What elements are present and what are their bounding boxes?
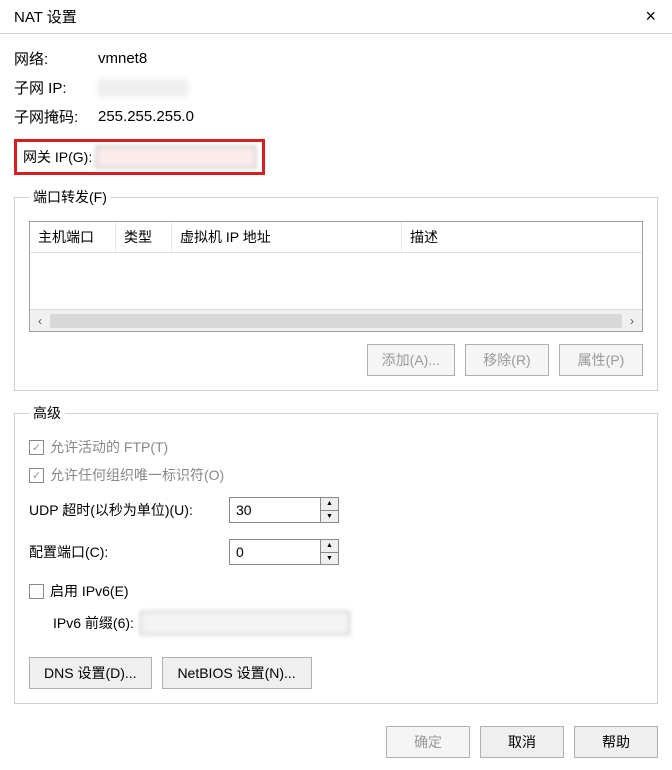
gateway-label: 网关 IP(G):	[23, 147, 92, 167]
scroll-left-icon[interactable]: ‹	[30, 314, 50, 328]
col-host-port[interactable]: 主机端口	[30, 222, 116, 252]
subnet-ip-row: 子网 IP:	[14, 73, 658, 102]
spinner-up-icon[interactable]: ▲	[321, 498, 338, 511]
scroll-track[interactable]	[50, 314, 622, 328]
help-button[interactable]: 帮助	[574, 726, 658, 758]
cancel-button[interactable]: 取消	[480, 726, 564, 758]
port-forward-group: 端口转发(F) 主机端口 类型 虚拟机 IP 地址 描述 ‹ › 添加(A)..…	[14, 187, 658, 391]
ftp-label: 允许活动的 FTP(T)	[50, 437, 168, 457]
advanced-group: 高级 允许活动的 FTP(T) 允许任何组织唯一标识符(O) UDP 超时(以秒…	[14, 403, 658, 704]
ftp-checkbox[interactable]	[29, 440, 44, 455]
ipv6-prefix-row: IPv6 前缀(6):	[29, 605, 643, 641]
udp-timeout-row: UDP 超时(以秒为单位)(U): ▲ ▼	[29, 489, 643, 531]
port-forward-buttons: 添加(A)... 移除(R) 属性(P)	[29, 344, 643, 376]
advanced-buttons: DNS 设置(D)... NetBIOS 设置(N)...	[29, 657, 643, 689]
col-desc[interactable]: 描述	[402, 222, 642, 252]
content-area: 网络: vmnet8 子网 IP: 子网掩码: 255.255.255.0 网关…	[0, 34, 672, 714]
spinner-up-icon[interactable]: ▲	[321, 540, 338, 553]
spinner-down-icon[interactable]: ▼	[321, 511, 338, 523]
ipv6-prefix-label: IPv6 前缀(6):	[53, 613, 134, 633]
oui-label: 允许任何组织唯一标识符(O)	[50, 465, 224, 485]
subnet-ip-value	[98, 79, 188, 97]
subnet-mask-label: 子网掩码:	[14, 106, 98, 127]
subnet-mask-row: 子网掩码: 255.255.255.0	[14, 102, 658, 131]
subnet-mask-value: 255.255.255.0	[98, 108, 194, 125]
config-port-row: 配置端口(C): ▲ ▼	[29, 531, 643, 573]
port-forward-table: 主机端口 类型 虚拟机 IP 地址 描述 ‹ ›	[29, 221, 643, 332]
titlebar: NAT 设置 ×	[0, 0, 672, 34]
network-row: 网络: vmnet8	[14, 44, 658, 73]
port-forward-legend: 端口转发(F)	[29, 187, 111, 207]
scroll-right-icon[interactable]: ›	[622, 314, 642, 328]
ftp-checkbox-row: 允许活动的 FTP(T)	[29, 433, 643, 461]
gateway-row: 网关 IP(G):	[14, 139, 265, 175]
ipv6-prefix-input[interactable]	[140, 611, 350, 635]
udp-timeout-spinner[interactable]: ▲ ▼	[229, 497, 339, 523]
oui-checkbox-row: 允许任何组织唯一标识符(O)	[29, 461, 643, 489]
close-icon[interactable]: ×	[639, 6, 662, 27]
subnet-ip-label: 子网 IP:	[14, 77, 98, 98]
network-label: 网络:	[14, 48, 98, 69]
spinner-down-icon[interactable]: ▼	[321, 553, 338, 565]
config-port-label: 配置端口(C):	[29, 542, 229, 562]
table-scrollbar[interactable]: ‹ ›	[30, 309, 642, 331]
col-type[interactable]: 类型	[116, 222, 172, 252]
udp-timeout-label: UDP 超时(以秒为单位)(U):	[29, 500, 229, 520]
dns-settings-button[interactable]: DNS 设置(D)...	[29, 657, 152, 689]
udp-timeout-input[interactable]	[230, 498, 320, 522]
table-body[interactable]	[30, 253, 642, 309]
oui-checkbox[interactable]	[29, 468, 44, 483]
netbios-settings-button[interactable]: NetBIOS 设置(N)...	[162, 657, 312, 689]
col-vm-ip[interactable]: 虚拟机 IP 地址	[172, 222, 402, 252]
window-title: NAT 设置	[14, 6, 77, 27]
ipv6-checkbox-row: 启用 IPv6(E)	[29, 577, 643, 605]
config-port-spinner[interactable]: ▲ ▼	[229, 539, 339, 565]
gateway-ip-input[interactable]	[96, 146, 256, 168]
add-button[interactable]: 添加(A)...	[367, 344, 455, 376]
network-value: vmnet8	[98, 50, 147, 67]
advanced-legend: 高级	[29, 403, 65, 423]
table-header: 主机端口 类型 虚拟机 IP 地址 描述	[30, 222, 642, 253]
ipv6-label: 启用 IPv6(E)	[50, 581, 129, 601]
ipv6-checkbox[interactable]	[29, 584, 44, 599]
properties-button[interactable]: 属性(P)	[559, 344, 643, 376]
ok-button[interactable]: 确定	[386, 726, 470, 758]
remove-button[interactable]: 移除(R)	[465, 344, 549, 376]
config-port-input[interactable]	[230, 540, 320, 564]
